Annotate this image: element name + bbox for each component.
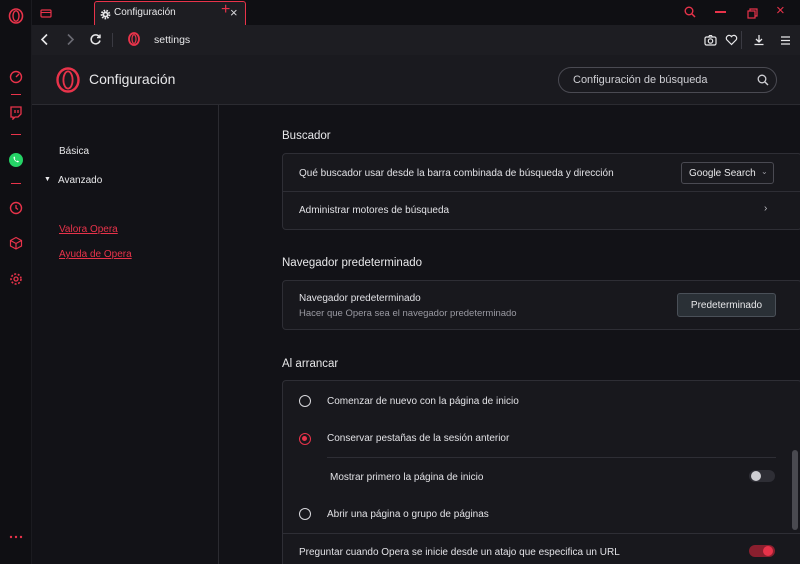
opera-page-icon xyxy=(128,32,140,51)
ask-shortcut-label: Preguntar cuando Opera se inicie desde u… xyxy=(299,547,620,558)
default-browser-sub: Hacer que Opera sea el navegador predete… xyxy=(299,308,517,319)
nav-basic[interactable]: Básica xyxy=(59,146,89,157)
radio-start-fresh[interactable] xyxy=(299,395,311,407)
option-keep-tabs-label: Conservar pestañas de la sesión anterior xyxy=(327,433,510,444)
section-title-search-engine: Buscador xyxy=(282,130,331,142)
page-title: Configuración xyxy=(89,71,176,87)
tab-strip: Configuración × + × xyxy=(32,0,800,25)
manage-search-engines-label: Administrar motores de búsqueda xyxy=(299,205,450,216)
search-engine-select[interactable]: Google Search ⌄ xyxy=(681,162,774,184)
sidebar-separator xyxy=(11,134,21,135)
toggle-knob xyxy=(763,546,773,556)
twitch-icon[interactable] xyxy=(7,104,25,122)
opera-logo-icon xyxy=(56,67,80,98)
nav-advanced[interactable]: Avanzado xyxy=(58,175,102,186)
ask-shortcut-toggle[interactable] xyxy=(749,545,775,557)
option-show-start-page-label: Mostrar primero la página de inicio xyxy=(330,472,484,483)
option-open-pages-label: Abrir una página o grupo de páginas xyxy=(327,509,489,520)
search-icon[interactable] xyxy=(757,73,769,91)
radio-keep-tabs[interactable] xyxy=(299,433,311,445)
option-start-fresh-label: Comenzar de nuevo con la página de inici… xyxy=(327,396,519,407)
radio-open-pages[interactable] xyxy=(299,508,311,520)
restore-icon[interactable] xyxy=(747,6,758,24)
history-icon[interactable] xyxy=(7,199,25,217)
whatsapp-icon[interactable] xyxy=(7,151,25,169)
default-browser-label: Navegador predeterminado xyxy=(299,293,421,304)
row-divider xyxy=(283,533,800,534)
sidebar-separator xyxy=(11,94,21,95)
download-icon[interactable] xyxy=(753,33,765,51)
startup-card: Comenzar de nuevo con la página de inici… xyxy=(282,380,800,564)
minimize-icon[interactable] xyxy=(715,11,726,13)
sidebar-separator xyxy=(11,183,21,184)
snapshot-icon[interactable] xyxy=(704,33,717,51)
show-start-page-toggle[interactable] xyxy=(749,470,775,482)
search-tabs-icon[interactable] xyxy=(684,5,696,23)
back-icon[interactable] xyxy=(40,33,50,51)
address-bar: settings xyxy=(32,25,800,55)
reload-icon[interactable] xyxy=(89,33,102,51)
nav-rate-opera-link[interactable]: Valora Opera xyxy=(59,224,118,235)
search-engine-label: Qué buscador usar desde la barra combina… xyxy=(299,168,614,179)
close-window-icon[interactable]: × xyxy=(776,2,785,19)
nav-help-link[interactable]: Ayuda de Opera xyxy=(59,249,132,260)
search-engine-value: Google Search xyxy=(689,168,756,179)
more-icon[interactable] xyxy=(7,528,25,546)
toggle-knob xyxy=(751,471,761,481)
address-text[interactable]: settings xyxy=(154,34,190,46)
easy-setup-icon[interactable] xyxy=(780,33,791,51)
caret-down-icon[interactable]: ▼ xyxy=(44,176,51,183)
extensions-icon[interactable] xyxy=(7,234,25,252)
scrollbar[interactable] xyxy=(792,450,798,530)
toolbar-divider xyxy=(741,31,742,49)
settings-nav: Básica ▼ Avanzado Valora Opera Ayuda de … xyxy=(32,105,219,564)
forward-icon[interactable] xyxy=(65,33,75,51)
tab-title: Configuración xyxy=(114,7,176,18)
new-tab-icon[interactable]: + xyxy=(221,1,230,19)
speed-dial-icon[interactable] xyxy=(7,68,25,86)
heart-icon[interactable] xyxy=(725,33,738,51)
search-input[interactable] xyxy=(573,74,753,86)
left-sidebar xyxy=(0,0,32,564)
search-engine-card: Qué buscador usar desde la barra combina… xyxy=(282,153,800,230)
gear-icon xyxy=(100,7,111,25)
settings-search[interactable] xyxy=(558,67,777,93)
settings-main: Buscador Qué buscador usar desde la barr… xyxy=(220,106,800,564)
row-divider xyxy=(327,457,776,458)
tab-list-icon[interactable] xyxy=(40,6,52,24)
settings-gear-icon[interactable] xyxy=(7,270,25,288)
opera-menu-icon[interactable] xyxy=(7,7,25,25)
tab-close-icon[interactable]: × xyxy=(230,5,238,20)
settings-header: Configuración xyxy=(32,55,800,105)
address-divider xyxy=(112,33,113,47)
manage-search-engines-row[interactable]: Administrar motores de búsqueda › xyxy=(283,192,800,230)
chevron-down-icon: ⌄ xyxy=(761,167,768,176)
section-title-startup: Al arrancar xyxy=(282,358,339,370)
default-browser-card: Navegador predeterminado Hacer que Opera… xyxy=(282,280,800,330)
section-title-default-browser: Navegador predeterminado xyxy=(282,257,423,269)
make-default-button[interactable]: Predeterminado xyxy=(677,293,776,317)
chevron-right-icon: › xyxy=(764,203,768,214)
